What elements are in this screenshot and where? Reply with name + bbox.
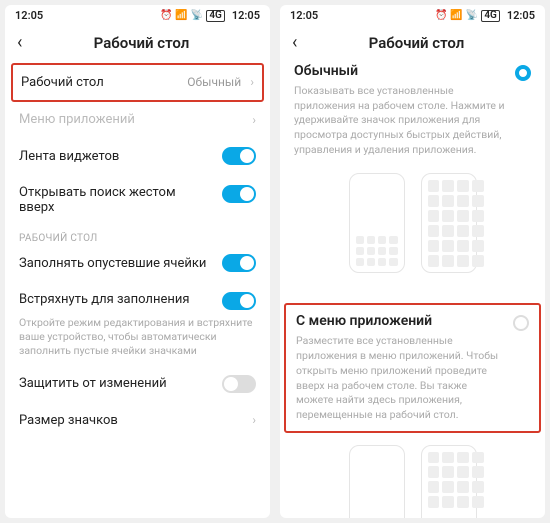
row-description: Откройте режим редактирования и встряхни… — [19, 316, 256, 359]
status-icons: ⏰ 📶 📡 4G 12:05 — [435, 9, 535, 22]
toggle-search[interactable] — [222, 185, 256, 203]
back-icon[interactable]: ‹ — [17, 32, 35, 53]
row-value-wrap: Обычный › — [187, 75, 254, 90]
preview-drawer — [294, 445, 531, 518]
back-icon[interactable]: ‹ — [292, 32, 310, 53]
option-description: Разместите все установленные приложения … — [296, 334, 503, 422]
row-value: Обычный — [187, 75, 241, 89]
row-app-menu: Меню приложений › — [19, 102, 256, 137]
option-text: С меню приложений Разместите все установ… — [296, 313, 503, 422]
row-shake-fill[interactable]: Встряхнуть для заполнения — [19, 282, 256, 320]
mini-phone-icon — [421, 173, 477, 273]
status-time: 12:05 — [290, 9, 318, 22]
mode-options: Обычный Показывать все установленные при… — [280, 63, 545, 518]
option-title: С меню приложений — [296, 313, 503, 329]
status-bar: 12:05 ⏰ 📶 📡 4G 12:05 — [280, 5, 545, 24]
status-time: 12:05 — [15, 9, 43, 22]
option-app-drawer[interactable]: С меню приложений Разместите все установ… — [296, 313, 529, 422]
radio-selected-icon[interactable] — [515, 65, 531, 81]
option-text: Обычный Показывать все установленные при… — [294, 63, 505, 157]
toggle-widgets[interactable] — [222, 147, 256, 165]
chevron-right-icon: › — [250, 75, 254, 89]
status-time-right: 12:05 — [232, 9, 260, 22]
highlight-box: Рабочий стол Обычный › — [11, 63, 264, 102]
chevron-right-icon: › — [252, 113, 256, 127]
row-label: Встряхнуть для заполнения — [19, 292, 189, 307]
option-classic[interactable]: Обычный Показывать все установленные при… — [294, 63, 531, 273]
row-protect-changes[interactable]: Защитить от изменений — [19, 365, 256, 403]
phone-left: 12:05 ⏰ 📶 📡 4G 12:05 ‹ Рабочий стол Рабо… — [5, 5, 270, 518]
page-title: Рабочий стол — [43, 34, 240, 52]
mini-phone-icon — [349, 445, 405, 518]
alarm-icon: ⏰ — [160, 10, 172, 21]
option-title: Обычный — [294, 63, 505, 79]
mini-phone-icon — [349, 173, 405, 273]
chevron-right-icon: › — [252, 413, 256, 427]
mini-phone-icon — [421, 445, 477, 518]
row-label: Открывать поиск жестом вверх — [19, 185, 189, 215]
row-label: Меню приложений — [19, 112, 135, 127]
row-icon-size[interactable]: Размер значков › — [19, 403, 256, 438]
row-fill-empty[interactable]: Заполнять опустевшие ячейки — [19, 244, 256, 282]
row-search-gesture[interactable]: Открывать поиск жестом вверх — [19, 175, 256, 225]
header: ‹ Рабочий стол — [5, 24, 270, 63]
network-badge: 4G — [481, 10, 500, 22]
row-desktop-mode[interactable]: Рабочий стол Обычный › — [21, 71, 254, 94]
row-label: Лента виджетов — [19, 149, 119, 164]
toggle-protect[interactable] — [222, 375, 256, 393]
network-badge: 4G — [206, 10, 225, 22]
radio-unselected-icon[interactable] — [513, 315, 529, 331]
status-time-right: 12:05 — [507, 9, 535, 22]
row-label: Размер значков — [19, 413, 118, 428]
status-icons: ⏰ 📶 📡 4G 12:05 — [160, 9, 260, 22]
signal-icon: 📶 — [450, 10, 462, 21]
toggle-shake[interactable] — [222, 292, 256, 310]
signal-icon: 📶 — [175, 10, 187, 21]
row-label: Заполнять опустевшие ячейки — [19, 256, 206, 271]
page-title: Рабочий стол — [318, 34, 515, 52]
option-description: Показывать все установленные приложения … — [294, 84, 505, 157]
toggle-fill[interactable] — [222, 254, 256, 272]
header: ‹ Рабочий стол — [280, 24, 545, 63]
wifi-icon: 📡 — [191, 10, 203, 21]
row-label: Рабочий стол — [21, 75, 104, 90]
row-widgets-feed[interactable]: Лента виджетов — [19, 137, 256, 175]
phone-right: 12:05 ⏰ 📶 📡 4G 12:05 ‹ Рабочий стол Обыч… — [280, 5, 545, 518]
wifi-icon: 📡 — [466, 10, 478, 21]
settings-list: Рабочий стол Обычный › Меню приложений ›… — [5, 63, 270, 518]
row-label: Защитить от изменений — [19, 376, 167, 391]
alarm-icon: ⏰ — [435, 10, 447, 21]
section-header: РАБОЧИЙ СТОЛ — [19, 233, 256, 244]
preview-classic — [294, 173, 531, 273]
status-bar: 12:05 ⏰ 📶 📡 4G 12:05 — [5, 5, 270, 24]
highlight-box: С меню приложений Разместите все установ… — [284, 303, 541, 432]
